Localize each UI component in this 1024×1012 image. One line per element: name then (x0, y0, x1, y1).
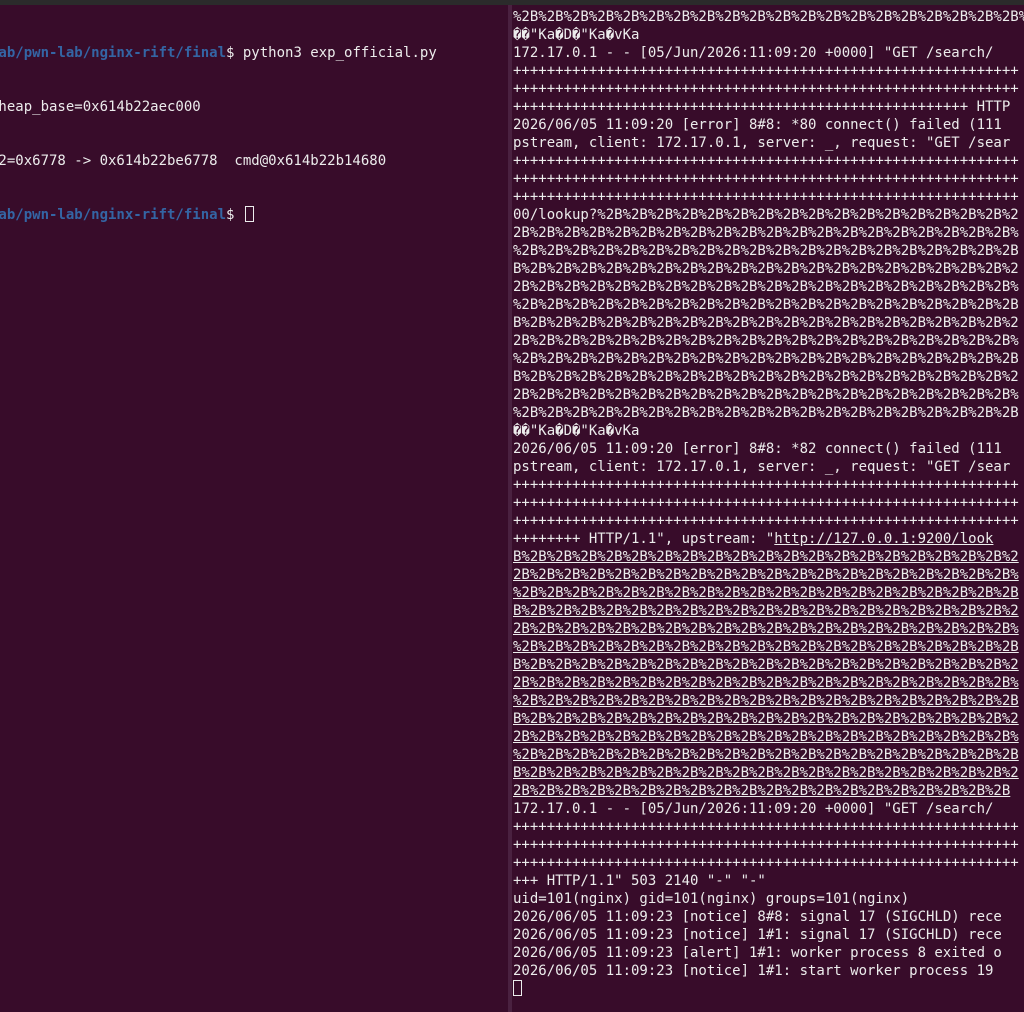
terminal-line: ++++++++++++++++++++++++++++++++++++++++… (513, 189, 1019, 205)
terminal-line: 02=0x6778 -> 0x614b22be6778 cmd@0x614b22… (0, 153, 387, 169)
right-terminal-pane[interactable]: %2B%2B%2B%2B%2B%2B%2B%2B%2B%2B%2B%2B%2B%… (512, 5, 1024, 1012)
terminal-line: ++++++++++++++++++++++++++++++++++++++++… (513, 153, 1019, 169)
terminal-line: ++++++++++++++++++++++++++++++++++++++++… (513, 513, 1019, 529)
terminal-line: 2B%2B%2B%2B%2B%2B%2B%2B%2B%2B%2B%2B%2B%2… (513, 225, 1019, 241)
terminal-line: +++ HTTP/1.1" 503 2140 "-" "-" (513, 873, 766, 889)
terminal-line: %2B%2B%2B%2B%2B%2B%2B%2B%2B%2B%2B%2B%2B%… (513, 9, 1024, 25)
left-terminal-pane[interactable]: lab/pwn-lab/nginx-rift/final$ python3 ex… (0, 5, 508, 1012)
terminal-line: %2B%2B%2B%2B%2B%2B%2B%2B%2B%2B%2B%2B%2B%… (513, 243, 1019, 259)
terminal-line: ��"Ka�D�"Ka�vKa (513, 27, 640, 43)
upstream-line: ++++++++ HTTP/1.1", upstream: "http://12… (513, 530, 1024, 548)
terminal-line: ++++++++++++++++++++++++++++++++++++++++… (513, 63, 1019, 79)
upstream-url-link[interactable]: 2B%2B%2B%2B%2B%2B%2B%2B%2B%2B%2B%2B%2B%2… (513, 674, 1024, 692)
upstream-url-link[interactable]: 2B%2B%2B%2B%2B%2B%2B%2B%2B%2B%2B%2B%2B%2… (513, 566, 1024, 584)
upstream-url-link[interactable]: B%2B%2B%2B%2B%2B%2B%2B%2B%2B%2B%2B%2B%2B… (513, 548, 1024, 566)
upstream-url-link[interactable]: 2B%2B%2B%2B%2B%2B%2B%2B%2B%2B%2B%2B%2B%2… (513, 620, 1024, 638)
terminal-line: uid=101(nginx) gid=101(nginx) groups=101… (513, 891, 910, 907)
terminal-line: %2B%2B%2B%2B%2B%2B%2B%2B%2B%2B%2B%2B%2B%… (513, 405, 1019, 421)
upstream-url-link[interactable]: %2B%2B%2B%2B%2B%2B%2B%2B%2B%2B%2B%2B%2B%… (513, 692, 1024, 710)
terminal-line: 2026/06/05 11:09:20 [error] 8#8: *82 con… (513, 441, 1002, 457)
terminal-line: ++++++++++++++++++++++++++++++++++++++++… (513, 99, 1011, 115)
terminal-line: ++++++++++++++++++++++++++++++++++++++++… (513, 819, 1019, 835)
terminal-line: %2B%2B%2B%2B%2B%2B%2B%2B%2B%2B%2B%2B%2B%… (513, 351, 1019, 367)
terminal-line: ++++++++++++++++++++++++++++++++++++++++… (513, 855, 1019, 871)
upstream-url-link[interactable]: 2B%2B%2B%2B%2B%2B%2B%2B%2B%2B%2B%2B%2B%2… (513, 728, 1024, 746)
terminal-line: B%2B%2B%2B%2B%2B%2B%2B%2B%2B%2B%2B%2B%2B… (513, 369, 1019, 385)
right-terminal-output: %2B%2B%2B%2B%2B%2B%2B%2B%2B%2B%2B%2B%2B%… (513, 8, 1024, 998)
command-text: python3 exp_official.py (234, 45, 437, 61)
terminal-prompt-line[interactable]: lab/pwn-lab/nginx-rift/final$ (0, 206, 437, 224)
terminal-line: ++++++++++++++++++++++++++++++++++++++++… (513, 81, 1019, 97)
prompt-path: lab/pwn-lab/nginx-rift/final (0, 45, 227, 61)
terminal-line: 2B%2B%2B%2B%2B%2B%2B%2B%2B%2B%2B%2B%2B%2… (513, 387, 1019, 403)
terminal-line: lab/pwn-lab/nginx-rift/final$ python3 ex… (0, 44, 437, 62)
text-cursor (513, 980, 522, 996)
text-cursor (244, 206, 254, 222)
terminal-line: ++++++++++++++++++++++++++++++++++++++++… (513, 477, 1019, 493)
terminal-line: pstream, client: 172.17.0.1, server: _, … (513, 135, 1011, 151)
upstream-prefix: ++++++++ HTTP/1.1", upstream: " (513, 531, 775, 547)
terminal-line: 172.17.0.1 - - [05/Jun/2026:11:09:20 +00… (513, 801, 994, 817)
terminal-line: heap_base=0x614b22aec000 (0, 99, 201, 115)
terminal-line: 00/lookup?%2B%2B%2B%2B%2B%2B%2B%2B%2B%2B… (513, 207, 1019, 223)
terminal-line: pstream, client: 172.17.0.1, server: _, … (513, 459, 1011, 475)
upstream-url-link[interactable]: http://127.0.0.1:9200/look (774, 531, 993, 547)
terminal-line: ++++++++++++++++++++++++++++++++++++++++… (513, 837, 1019, 853)
upstream-url-link[interactable]: %2B%2B%2B%2B%2B%2B%2B%2B%2B%2B%2B%2B%2B%… (513, 584, 1024, 602)
upstream-url-link[interactable]: B%2B%2B%2B%2B%2B%2B%2B%2B%2B%2B%2B%2B%2B… (513, 602, 1024, 620)
upstream-url-link[interactable]: 2B%2B%2B%2B%2B%2B%2B%2B%2B%2B%2B%2B%2B%2… (513, 782, 1024, 800)
terminal-line: ++++++++++++++++++++++++++++++++++++++++… (513, 495, 1019, 511)
upstream-url-link[interactable]: B%2B%2B%2B%2B%2B%2B%2B%2B%2B%2B%2B%2B%2B… (513, 710, 1024, 728)
terminal-line: 2026/06/05 11:09:23 [notice] 8#8: signal… (513, 909, 1002, 925)
upstream-url-link[interactable]: %2B%2B%2B%2B%2B%2B%2B%2B%2B%2B%2B%2B%2B%… (513, 638, 1024, 656)
terminal-line: 2026/06/05 11:09:23 [notice] 1#1: start … (513, 963, 994, 979)
left-terminal-output: lab/pwn-lab/nginx-rift/final$ python3 ex… (0, 8, 437, 260)
upstream-url-link[interactable]: B%2B%2B%2B%2B%2B%2B%2B%2B%2B%2B%2B%2B%2B… (513, 764, 1024, 782)
terminal-line: B%2B%2B%2B%2B%2B%2B%2B%2B%2B%2B%2B%2B%2B… (513, 315, 1019, 331)
terminal-line: 2026/06/05 11:09:20 [error] 8#8: *80 con… (513, 117, 1002, 133)
terminal-line: ��"Ka�D�"Ka�vKa (513, 423, 640, 439)
terminal-line: B%2B%2B%2B%2B%2B%2B%2B%2B%2B%2B%2B%2B%2B… (513, 261, 1019, 277)
upstream-url-link[interactable]: %2B%2B%2B%2B%2B%2B%2B%2B%2B%2B%2B%2B%2B%… (513, 746, 1024, 764)
terminal-line: %2B%2B%2B%2B%2B%2B%2B%2B%2B%2B%2B%2B%2B%… (513, 297, 1019, 313)
terminal-line: 2B%2B%2B%2B%2B%2B%2B%2B%2B%2B%2B%2B%2B%2… (513, 279, 1019, 295)
terminal-prompt-line[interactable] (513, 980, 1024, 998)
terminal-line: 2026/06/05 11:09:23 [notice] 1#1: signal… (513, 927, 1002, 943)
terminal-line: 2026/06/05 11:09:23 [alert] 1#1: worker … (513, 945, 1002, 961)
terminal-line: 172.17.0.1 - - [05/Jun/2026:11:09:20 +00… (513, 45, 994, 61)
terminal-line: ++++++++++++++++++++++++++++++++++++++++… (513, 171, 1019, 187)
prompt-path: lab/pwn-lab/nginx-rift/final (0, 207, 227, 223)
upstream-url-link[interactable]: B%2B%2B%2B%2B%2B%2B%2B%2B%2B%2B%2B%2B%2B… (513, 656, 1024, 674)
terminal-line: 2B%2B%2B%2B%2B%2B%2B%2B%2B%2B%2B%2B%2B%2… (513, 333, 1019, 349)
prompt-sign: $ (226, 207, 243, 223)
